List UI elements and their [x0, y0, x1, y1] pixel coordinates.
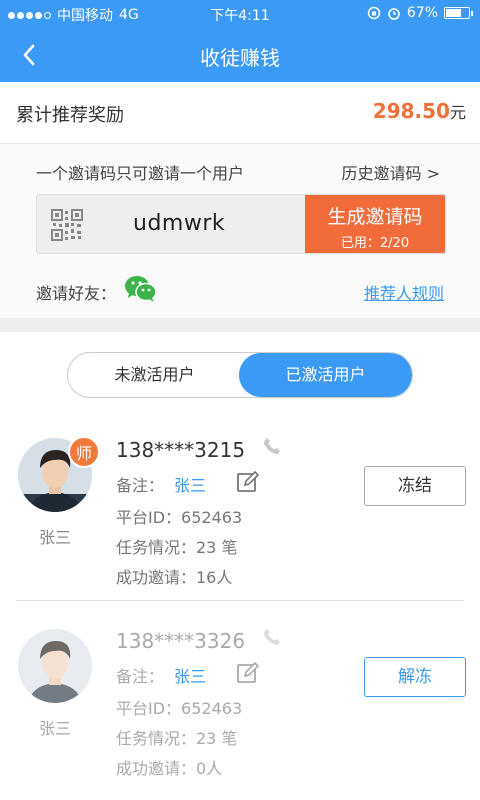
note-label: 备注： — [116, 476, 165, 495]
phone-icon[interactable] — [262, 627, 282, 647]
top-bar: 中国移动 4G 下午4:11 67% 收徒赚钱 — [0, 0, 480, 82]
battery-icon — [444, 7, 473, 19]
successful-invites: 成功邀请：0人 — [116, 759, 223, 778]
platform-id: 平台ID：652463 — [116, 699, 243, 718]
platform-id: 平台ID：652463 — [116, 508, 243, 527]
user-name: 张三 — [38, 719, 71, 738]
unfreeze-button[interactable]: 解冻 — [364, 657, 466, 697]
invite-code-box: udmwrk 生成邀请码 已用：2/20 — [36, 194, 446, 254]
user-card: 师 张三 138****3215 备注： 张三 平台ID：652463 任务情况：… — [0, 410, 480, 600]
note-label: 备注： — [116, 667, 165, 686]
tab-active-users[interactable]: 已激活用户 — [239, 353, 412, 397]
alarm-icon — [388, 8, 400, 20]
avatar-image — [18, 629, 92, 703]
page-title: 收徒赚钱 — [200, 46, 280, 70]
status-right: 67% — [367, 5, 473, 21]
generate-code-label: 生成邀请码 — [327, 206, 423, 228]
invite-section: 一个邀请码只可邀请一个用户 历史邀请码 > udmwrk 生成邀请码 已用：2/… — [0, 144, 480, 318]
code-usage-count: 已用：2/20 — [340, 236, 410, 251]
reward-unit: 元 — [449, 103, 466, 122]
rotation-lock-icon — [367, 6, 381, 20]
nav-bar: 收徒赚钱 — [0, 28, 480, 82]
user-phone: 138****3215 — [116, 438, 246, 462]
wechat-icon[interactable] — [124, 274, 158, 304]
user-note-row: 备注： 张三 — [116, 472, 206, 496]
user-status-toggle: 未激活用户 已激活用户 — [67, 352, 413, 398]
reward-amount-group: 298.50元 — [373, 99, 466, 123]
phone-icon[interactable] — [262, 436, 282, 456]
battery-percent: 67% — [406, 5, 438, 21]
history-codes-link[interactable]: 历史邀请码 > — [342, 160, 441, 184]
user-phone: 138****3326 — [116, 629, 246, 653]
user-note-row: 备注： 张三 — [116, 663, 206, 687]
status-bar: 中国移动 4G 下午4:11 67% — [0, 0, 480, 28]
note-value: 张三 — [174, 476, 207, 495]
reward-label: 累计推荐奖励 — [16, 105, 124, 126]
task-status: 任务情况：23 笔 — [116, 729, 238, 748]
user-name: 张三 — [38, 528, 71, 547]
section-gap — [0, 318, 480, 332]
tab-inactive-users[interactable]: 未激活用户 — [68, 353, 241, 397]
invite-friends-label: 邀请好友： — [36, 284, 117, 303]
reward-row: 累计推荐奖励 298.50元 — [0, 82, 480, 144]
reward-amount: 298.50 — [372, 99, 450, 123]
avatar — [18, 629, 92, 703]
invite-code: udmwrk — [133, 211, 226, 236]
edit-icon[interactable] — [236, 470, 260, 494]
invite-note: 一个邀请码只可邀请一个用户 — [36, 164, 245, 183]
note-value: 张三 — [174, 667, 207, 686]
mentor-badge: 师 — [68, 436, 100, 468]
generate-code-button[interactable]: 生成邀请码 已用：2/20 — [305, 195, 445, 253]
edit-icon[interactable] — [236, 661, 260, 685]
task-status: 任务情况：23 笔 — [116, 538, 238, 557]
successful-invites: 成功邀请：16人 — [116, 568, 233, 587]
freeze-button[interactable]: 冻结 — [364, 466, 466, 506]
user-card: 张三 138****3326 备注： 张三 平台ID：652463 任务情况：23… — [0, 601, 480, 791]
qr-code-icon[interactable] — [51, 209, 83, 241]
referrer-rules-link[interactable]: 推荐人规则 — [364, 280, 444, 304]
